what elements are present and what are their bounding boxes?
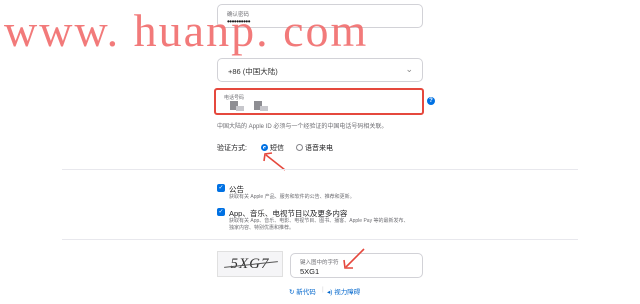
- phone-number-label: 电话号码: [224, 95, 245, 101]
- voice-call-radio[interactable]: [296, 144, 303, 151]
- annotation-arrow-captcha: [343, 248, 365, 269]
- new-code-link[interactable]: ↻ 新代码: [289, 286, 316, 296]
- country-select[interactable]: +86 (中国大陆) ⌄: [217, 58, 423, 82]
- new-code-label: 新代码: [296, 289, 316, 296]
- link-separator: |: [322, 286, 324, 293]
- info-icon[interactable]: ?: [427, 97, 435, 105]
- apps-media-checkbox[interactable]: ✓: [217, 208, 225, 216]
- country-value: +86 (中国大陆): [228, 67, 278, 76]
- verify-method-label: 验证方式:: [217, 145, 247, 152]
- divider: [62, 169, 578, 170]
- announcements-desc: 获取有关 Apple 产品、服务和软件的公告、推荐和更新。: [229, 194, 355, 200]
- vision-impaired-label: 视力障碍: [334, 289, 361, 296]
- phone-note: 中国大陆的 Apple ID 必须与一个经验证的中国电话号码相关联。: [217, 124, 388, 130]
- phone-number-field[interactable]: 电话号码: [214, 88, 424, 115]
- vision-impaired-link[interactable]: ◂) 视力障碍: [327, 286, 360, 296]
- annotation-arrow-sms: [263, 152, 286, 171]
- voice-call-radio-label[interactable]: 语音来电: [305, 143, 333, 153]
- redaction-block: [236, 106, 244, 111]
- captcha-image: 5XG7: [217, 251, 283, 277]
- captcha-input-value: 5XG1: [300, 267, 320, 276]
- apps-media-desc: 获取有关 App、音乐、电影、电视节目、图书、播客、Apple Pay 等的最新…: [229, 218, 409, 224]
- redaction-block: [260, 106, 268, 111]
- captcha-input-label: 键入图中的字符: [300, 260, 339, 266]
- chevron-down-icon: ⌄: [405, 64, 413, 74]
- divider: [62, 239, 578, 240]
- apps-media-desc: 独家内容、特别优惠和推荐。: [229, 225, 295, 231]
- watermark: www. huanp. com: [4, 5, 369, 56]
- announcements-checkbox[interactable]: ✓: [217, 184, 225, 192]
